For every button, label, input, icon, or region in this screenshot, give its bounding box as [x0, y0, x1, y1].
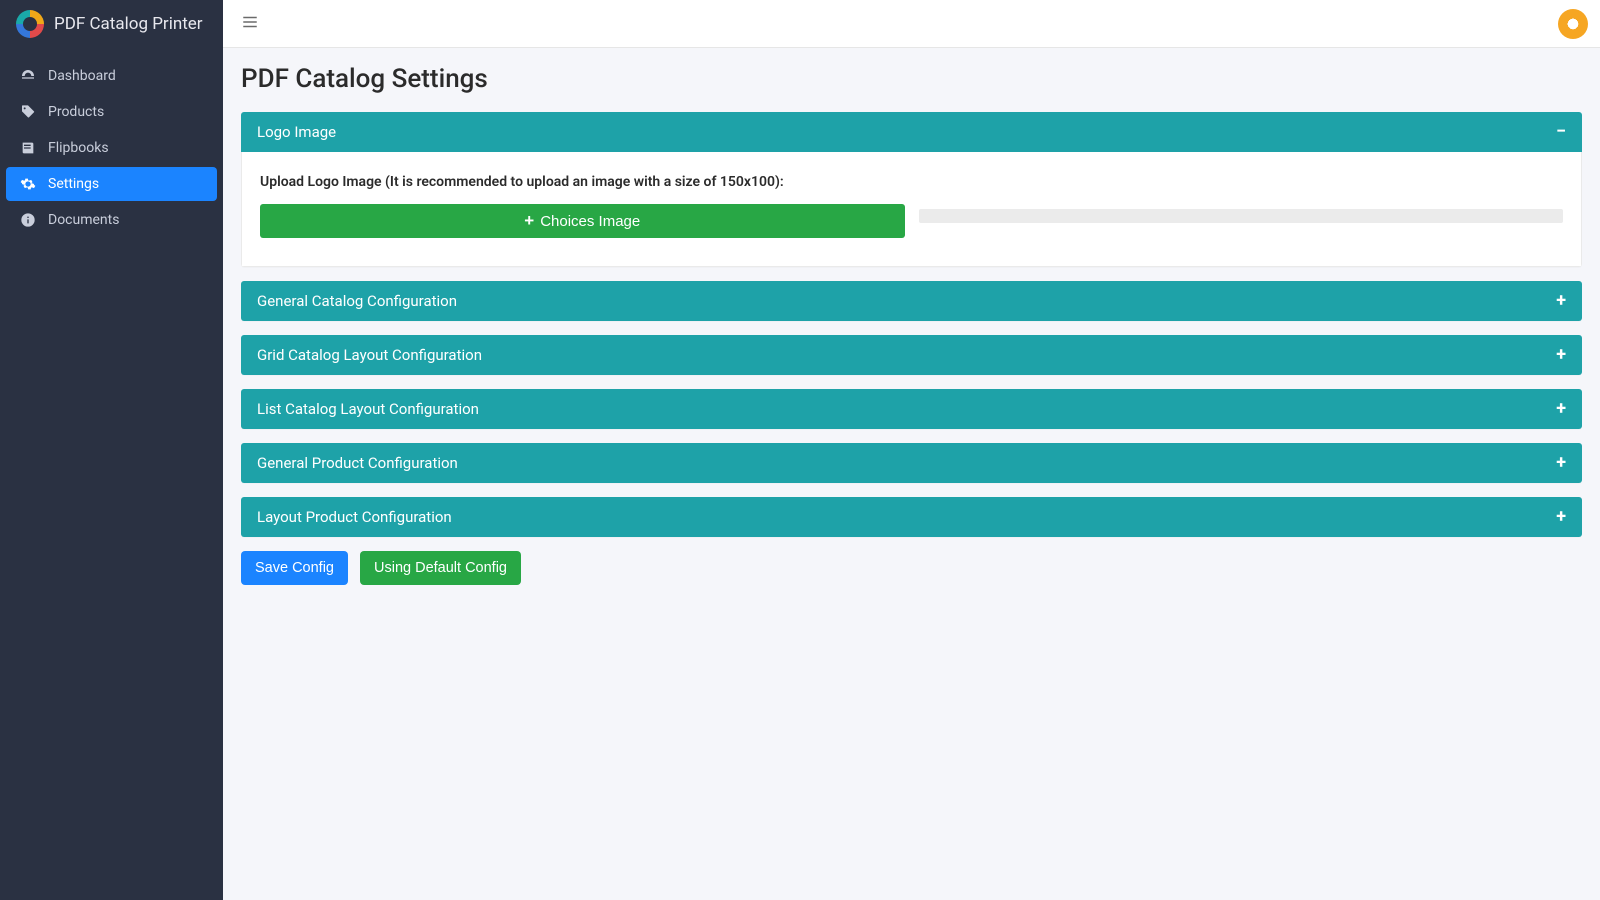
plus-icon: +: [1556, 508, 1566, 526]
menu-toggle-button[interactable]: [235, 7, 265, 41]
panel-header-logo-image[interactable]: Logo Image −: [241, 112, 1582, 152]
sidebar-item-flipbooks[interactable]: Flipbooks: [6, 131, 217, 165]
brand: PDF Catalog Printer: [0, 0, 223, 49]
topbar: [223, 0, 1600, 48]
sidebar-nav: Dashboard Products Flipbooks Settings Do…: [0, 49, 223, 249]
panel-title: General Product Configuration: [257, 454, 458, 472]
sidebar-item-label: Dashboard: [48, 68, 116, 84]
panel-title: Layout Product Configuration: [257, 508, 452, 526]
tag-icon: [20, 104, 36, 120]
panel-header-general-product[interactable]: General Product Configuration +: [241, 443, 1582, 483]
panel-body-logo-image: Upload Logo Image (It is recommended to …: [241, 152, 1582, 267]
sidebar-item-label: Settings: [48, 176, 99, 192]
sidebar-item-products[interactable]: Products: [6, 95, 217, 129]
panel-grid-layout: Grid Catalog Layout Configuration +: [241, 335, 1582, 375]
choices-image-label: Choices Image: [540, 213, 640, 230]
panel-general-product: General Product Configuration +: [241, 443, 1582, 483]
book-icon: [20, 140, 36, 156]
minus-icon: −: [1556, 123, 1566, 141]
sidebar: PDF Catalog Printer Dashboard Products F…: [0, 0, 223, 900]
panel-layout-product: Layout Product Configuration +: [241, 497, 1582, 537]
choices-image-button[interactable]: + Choices Image: [260, 204, 905, 238]
plus-icon: +: [1556, 292, 1566, 310]
panel-general-catalog: General Catalog Configuration +: [241, 281, 1582, 321]
panel-header-list-layout[interactable]: List Catalog Layout Configuration +: [241, 389, 1582, 429]
sidebar-item-label: Flipbooks: [48, 140, 109, 156]
action-buttons: Save Config Using Default Config: [241, 551, 1582, 585]
panel-list-layout: List Catalog Layout Configuration +: [241, 389, 1582, 429]
panel-header-layout-product[interactable]: Layout Product Configuration +: [241, 497, 1582, 537]
sidebar-item-label: Products: [48, 104, 104, 120]
sidebar-item-settings[interactable]: Settings: [6, 167, 217, 201]
plus-icon: +: [1556, 400, 1566, 418]
user-avatar[interactable]: [1558, 9, 1588, 39]
plus-icon: +: [1556, 346, 1566, 364]
content: PDF Catalog Settings Logo Image − Upload…: [223, 48, 1600, 601]
panel-header-general-catalog[interactable]: General Catalog Configuration +: [241, 281, 1582, 321]
panel-logo-image: Logo Image − Upload Logo Image (It is re…: [241, 112, 1582, 267]
brand-title: PDF Catalog Printer: [54, 14, 203, 34]
gear-icon: [20, 176, 36, 192]
main: PDF Catalog Settings Logo Image − Upload…: [223, 0, 1600, 900]
panel-title: Grid Catalog Layout Configuration: [257, 346, 482, 364]
panel-title: Logo Image: [257, 123, 336, 141]
panel-title: List Catalog Layout Configuration: [257, 400, 479, 418]
upload-logo-label: Upload Logo Image (It is recommended to …: [260, 174, 1563, 190]
sidebar-item-dashboard[interactable]: Dashboard: [6, 59, 217, 93]
brand-logo-icon: [16, 10, 44, 38]
panel-header-grid-layout[interactable]: Grid Catalog Layout Configuration +: [241, 335, 1582, 375]
plus-icon: +: [524, 211, 534, 231]
sidebar-item-documents[interactable]: Documents: [6, 203, 217, 237]
sidebar-item-label: Documents: [48, 212, 119, 228]
upload-row: + Choices Image: [260, 204, 1563, 238]
info-icon: [20, 212, 36, 228]
page-title: PDF Catalog Settings: [241, 64, 1582, 94]
dashboard-icon: [20, 68, 36, 84]
save-config-button[interactable]: Save Config: [241, 551, 348, 585]
logo-preview-placeholder: [919, 209, 1564, 223]
default-config-button[interactable]: Using Default Config: [360, 551, 521, 585]
plus-icon: +: [1556, 454, 1566, 472]
panel-title: General Catalog Configuration: [257, 292, 457, 310]
